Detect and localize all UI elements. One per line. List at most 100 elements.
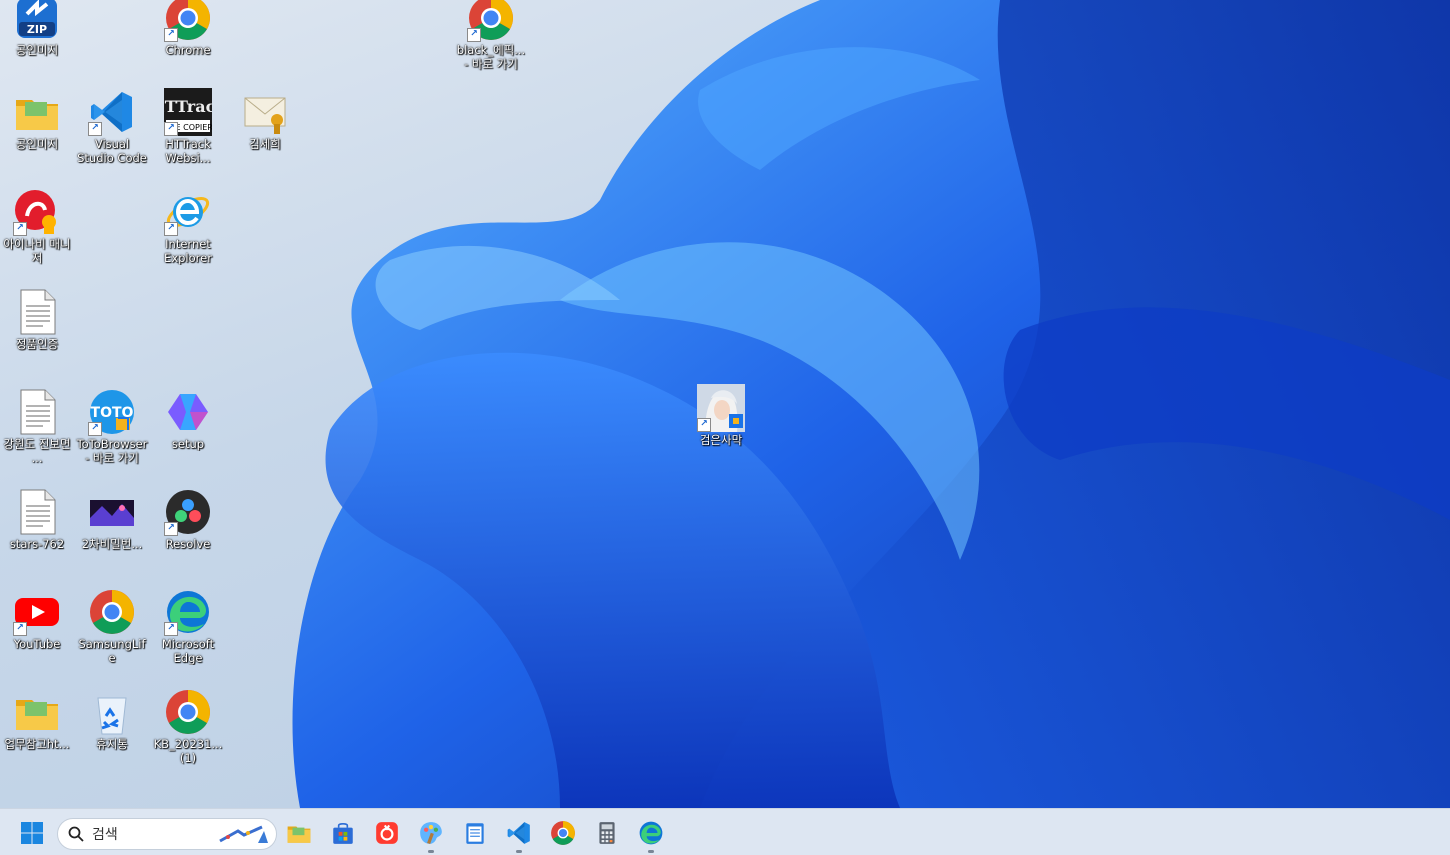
text-file-icon [13, 488, 61, 536]
chrome-icon [164, 688, 212, 736]
desktop-icon-label: SamsungLife [78, 637, 146, 665]
desktop-icon-label: black_에픽... - 바로 가기 [456, 43, 526, 71]
svg-text:ZIP: ZIP [27, 23, 47, 36]
desktop-icon[interactable]: ↗ Resolve [151, 488, 225, 584]
desktop-icon[interactable]: ↗ Visual Studio Code [75, 88, 149, 184]
running-indicator [516, 850, 522, 853]
desktop-icon-label: 공인미지 [15, 137, 59, 151]
taskbar-notepad-button[interactable] [457, 815, 493, 851]
totobrowser-icon: TOTO ↗ [88, 388, 136, 436]
zip-archive-icon: ZIP [13, 0, 61, 42]
shortcut-arrow-icon: ↗ [164, 522, 178, 536]
desktop-icon[interactable]: 공인미지 [0, 88, 74, 184]
chrome-icon: ↗ [164, 0, 212, 42]
desktop-icon[interactable]: 2차비밀번... [75, 488, 149, 584]
desktop-icon[interactable]: ↗ 검은사막 [684, 384, 758, 480]
shortcut-arrow-icon: ↗ [13, 622, 27, 636]
shortcut-arrow-icon: ↗ [164, 122, 178, 136]
desktop-icon[interactable]: 업무참고ht... [0, 688, 74, 784]
desktop-icon-label: Microsoft Edge [161, 637, 215, 665]
search-placeholder: 검색 [92, 827, 118, 843]
taskbar-paint-button[interactable] [413, 815, 449, 853]
vscode-icon [506, 820, 532, 846]
desktop-icon-label: ToToBrowser - 바로 가기 [76, 437, 148, 465]
notepad-icon [462, 820, 488, 846]
copilot-icon [164, 388, 212, 436]
desktop-icon-label: stars-762 [9, 537, 65, 551]
shortcut-arrow-icon: ↗ [88, 422, 102, 436]
desktop-icon[interactable]: SamsungLife [75, 588, 149, 684]
chrome-icon: ↗ [467, 0, 515, 42]
desktop-icon-label: 강원도 진보면 ... [3, 437, 71, 465]
inavi-icon: ↗ [13, 188, 61, 236]
desktop-icon[interactable]: HTTrackSITE COPIER↗HTTrack Websi... [151, 88, 225, 184]
shortcut-arrow-icon: ↗ [164, 622, 178, 636]
folder-icon [13, 88, 61, 136]
desktop-icon-label: Visual Studio Code [77, 137, 147, 165]
desktop-icon[interactable]: ↗ YouTube [0, 588, 74, 684]
internet-explorer-icon: ↗ [164, 188, 212, 236]
shortcut-arrow-icon: ↗ [164, 28, 178, 42]
desktop-icon[interactable]: setup [151, 388, 225, 484]
desktop-icon-label: HTTrack Websi... [165, 137, 211, 165]
windows-logo-icon [21, 822, 43, 844]
taskbar-edge-button[interactable] [633, 815, 669, 853]
taskbar-microsoft-store-button[interactable] [325, 815, 361, 851]
desktop-icon[interactable]: ZIP 공인미지 [0, 0, 74, 90]
desktop-icon[interactable]: ↗ 아이나비 매니저 [0, 188, 74, 284]
search-box[interactable]: 검색 [57, 818, 277, 850]
shortcut-arrow-icon: ↗ [467, 28, 481, 42]
store-icon [330, 820, 356, 846]
desktop-icon[interactable]: ↗ Chrome [151, 0, 225, 90]
desktop-icon[interactable]: 김세희 [228, 88, 302, 184]
desktop-icon-label: 업무참고ht... [4, 737, 70, 751]
running-indicator [648, 850, 654, 853]
desktop-icon[interactable]: 강원도 진보면 ... [0, 388, 74, 484]
chrome-icon [88, 588, 136, 636]
red-app-icon [374, 820, 400, 846]
desktop-icon[interactable]: TOTO ↗ ToToBrowser - 바로 가기 [75, 388, 149, 484]
shortcut-arrow-icon: ↗ [88, 122, 102, 136]
desktop-icon-label: 휴지통 [96, 737, 128, 751]
start-button[interactable] [14, 815, 50, 851]
desktop-icon-label: YouTube [13, 637, 61, 651]
paint-icon [418, 820, 444, 846]
desktop-icon-label: KB_20231... (1) [153, 737, 223, 765]
svg-text:HTTrack: HTTrack [164, 97, 212, 116]
desktop-icon[interactable]: 정품인증 [0, 288, 74, 384]
calculator-icon [594, 820, 620, 846]
desktop-icon[interactable]: ↗ black_에픽... - 바로 가기 [454, 0, 528, 90]
taskbar-file-explorer-button[interactable] [281, 815, 317, 851]
desktop-icon-label: 아이나비 매니저 [3, 237, 71, 265]
desktop-icon-label: Chrome [165, 43, 211, 57]
search-highlight-icon [219, 825, 268, 843]
edge-icon [638, 820, 664, 846]
desktop-icon-label: Resolve [165, 537, 211, 551]
desktop-icon-label: 2차비밀번... [81, 537, 143, 551]
desktop-icon[interactable]: ↗ Microsoft Edge [151, 588, 225, 684]
desktop-icon[interactable]: 휴지통 [75, 688, 149, 784]
running-indicator [428, 850, 434, 853]
search-icon [68, 826, 84, 842]
desktop-icon-label: Internet Explorer [164, 237, 212, 265]
image-file-icon [88, 488, 136, 536]
desktop-icon-label: 검은사막 [699, 433, 743, 447]
chrome-icon [550, 820, 576, 846]
taskbar-app-red-button[interactable] [369, 815, 405, 851]
text-file-icon [13, 288, 61, 336]
desktop-icon[interactable]: ↗ Internet Explorer [151, 188, 225, 284]
folder-icon [286, 820, 312, 846]
shortcut-arrow-icon: ↗ [164, 222, 178, 236]
taskbar: 검색 [0, 808, 1450, 855]
youtube-icon: ↗ [13, 588, 61, 636]
shortcut-arrow-icon: ↗ [13, 222, 27, 236]
desktop-icon-label: 공인미지 [15, 43, 59, 57]
desktop-icon-label: 김세희 [249, 137, 281, 151]
desktop-icon[interactable]: stars-762 [0, 488, 74, 584]
folder-icon [13, 688, 61, 736]
taskbar-vscode-button[interactable] [501, 815, 537, 853]
taskbar-calculator-button[interactable] [589, 815, 625, 851]
taskbar-chrome-button[interactable] [545, 815, 581, 851]
desktop-icon-label: 정품인증 [15, 337, 59, 351]
desktop-icon[interactable]: KB_20231... (1) [151, 688, 225, 784]
